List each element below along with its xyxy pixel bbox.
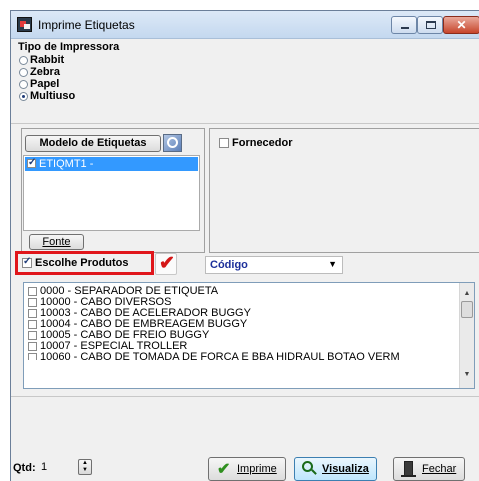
radio-label: Papel	[30, 78, 60, 90]
checkbox[interactable]	[28, 352, 37, 360]
stepper-down-icon[interactable]: ▼	[82, 467, 88, 474]
font-button-label: Fonte	[42, 236, 71, 248]
stepper-up-icon[interactable]: ▲	[82, 460, 88, 467]
minimize-icon	[401, 27, 409, 29]
radio-button[interactable]	[19, 80, 28, 89]
close-window-button[interactable]: ✕	[443, 16, 479, 34]
door-step-icon	[401, 475, 416, 477]
checkbox[interactable]	[28, 297, 37, 307]
print-button[interactable]: ✔ Imprime	[208, 457, 286, 481]
labels-model-list[interactable]: ETIQMT1 -	[23, 155, 200, 231]
divider-top	[11, 123, 479, 124]
supplier-checkbox[interactable]	[219, 138, 229, 148]
close-button[interactable]: Fechar	[393, 457, 465, 481]
qtd-label: Qtd:	[13, 462, 36, 474]
maximize-button[interactable]	[417, 16, 443, 34]
checkbox[interactable]	[28, 286, 37, 296]
label-settings-icon[interactable]	[163, 134, 182, 152]
list-item-etiqmt1[interactable]: ETIQMT1 -	[25, 157, 198, 171]
checkbox[interactable]	[28, 308, 37, 318]
products-list[interactable]: 0000 - SEPARADOR DE ETIQUETA 10000 - CAB…	[23, 282, 475, 389]
window-title: Imprime Etiquetas	[38, 18, 135, 32]
divider-bottom	[11, 396, 479, 397]
checkbox[interactable]	[27, 157, 36, 168]
scroll-down-icon[interactable]: ▼	[460, 368, 474, 382]
door-icon	[404, 461, 413, 476]
app-icon	[17, 17, 32, 32]
scroll-thumb[interactable]	[461, 301, 473, 318]
labels-model-button-label: Modelo de Etiquetas	[39, 137, 147, 149]
magnifier-handle	[311, 469, 317, 475]
labels-model-button[interactable]: Modelo de Etiquetas	[25, 135, 161, 152]
supplier-label: Fornecedor	[232, 137, 293, 149]
chevron-down-icon: ▼	[328, 259, 337, 269]
sort-select-value: Código	[210, 259, 248, 271]
font-button[interactable]: Fonte	[29, 234, 84, 250]
maximize-icon	[426, 21, 436, 29]
list-item-label: 10060 - CABO DE TOMADA DE FORCA E BBA HI…	[40, 351, 400, 360]
radio-button[interactable]	[19, 56, 28, 65]
checkbox[interactable]	[28, 330, 37, 340]
scroll-up-icon[interactable]: ▲	[460, 287, 474, 301]
preview-button[interactable]: Visualiza	[294, 457, 377, 481]
radio-label: Zebra	[30, 66, 60, 78]
imprime-etiquetas-window: Imprime Etiquetas ✕ Tipo de Impressora R…	[10, 10, 479, 481]
close-icon: ✕	[456, 18, 467, 32]
qtd-stepper[interactable]: ▲ ▼	[78, 459, 92, 475]
qtd-field[interactable]: 1 ▲ ▼	[37, 458, 95, 477]
list-item-label: ETIQMT1 -	[39, 158, 94, 170]
title-bar: Imprime Etiquetas ✕	[11, 11, 479, 39]
minimize-button[interactable]	[391, 16, 417, 34]
red-check-icon[interactable]: ✔	[155, 253, 177, 275]
choose-products-label: Escolhe Produtos	[35, 257, 129, 269]
radio-button[interactable]	[19, 92, 28, 101]
list-item[interactable]: 10000 - CABO DIVERSOS	[28, 296, 171, 308]
radio-label: Rabbit	[30, 54, 65, 66]
radio-button[interactable]	[19, 68, 28, 77]
products-scrollbar[interactable]: ▲ ▼	[459, 283, 474, 388]
checkbox[interactable]	[28, 341, 37, 351]
print-button-label: Imprime	[237, 463, 277, 475]
preview-button-label: Visualiza	[322, 463, 369, 475]
checkbox[interactable]	[28, 319, 37, 329]
printer-type-label: Tipo de Impressora	[18, 41, 120, 53]
sort-select[interactable]: Código ▼	[205, 256, 343, 274]
list-item[interactable]: 10005 - CABO DE FREIO BUGGY	[28, 329, 209, 341]
list-item[interactable]: 10003 - CABO DE ACELERADOR BUGGY	[28, 307, 251, 319]
list-item[interactable]: 10004 - CABO DE EMBREAGEM BUGGY	[28, 318, 247, 330]
list-item[interactable]: 10007 - ESPECIAL TROLLER	[28, 340, 187, 352]
list-item[interactable]: 0000 - SEPARADOR DE ETIQUETA	[28, 285, 218, 297]
list-item[interactable]: 10060 - CABO DE TOMADA DE FORCA E BBA HI…	[28, 351, 400, 360]
qtd-value[interactable]: 1	[41, 461, 47, 473]
green-check-icon: ✔	[217, 461, 231, 478]
radio-label: Multiuso	[30, 90, 76, 102]
close-button-label: Fechar	[422, 463, 457, 475]
printer-type-group: Tipo de Impressora Rabbit Zebra Papel Mu…	[11, 39, 206, 124]
choose-products-checkbox[interactable]	[22, 256, 32, 268]
